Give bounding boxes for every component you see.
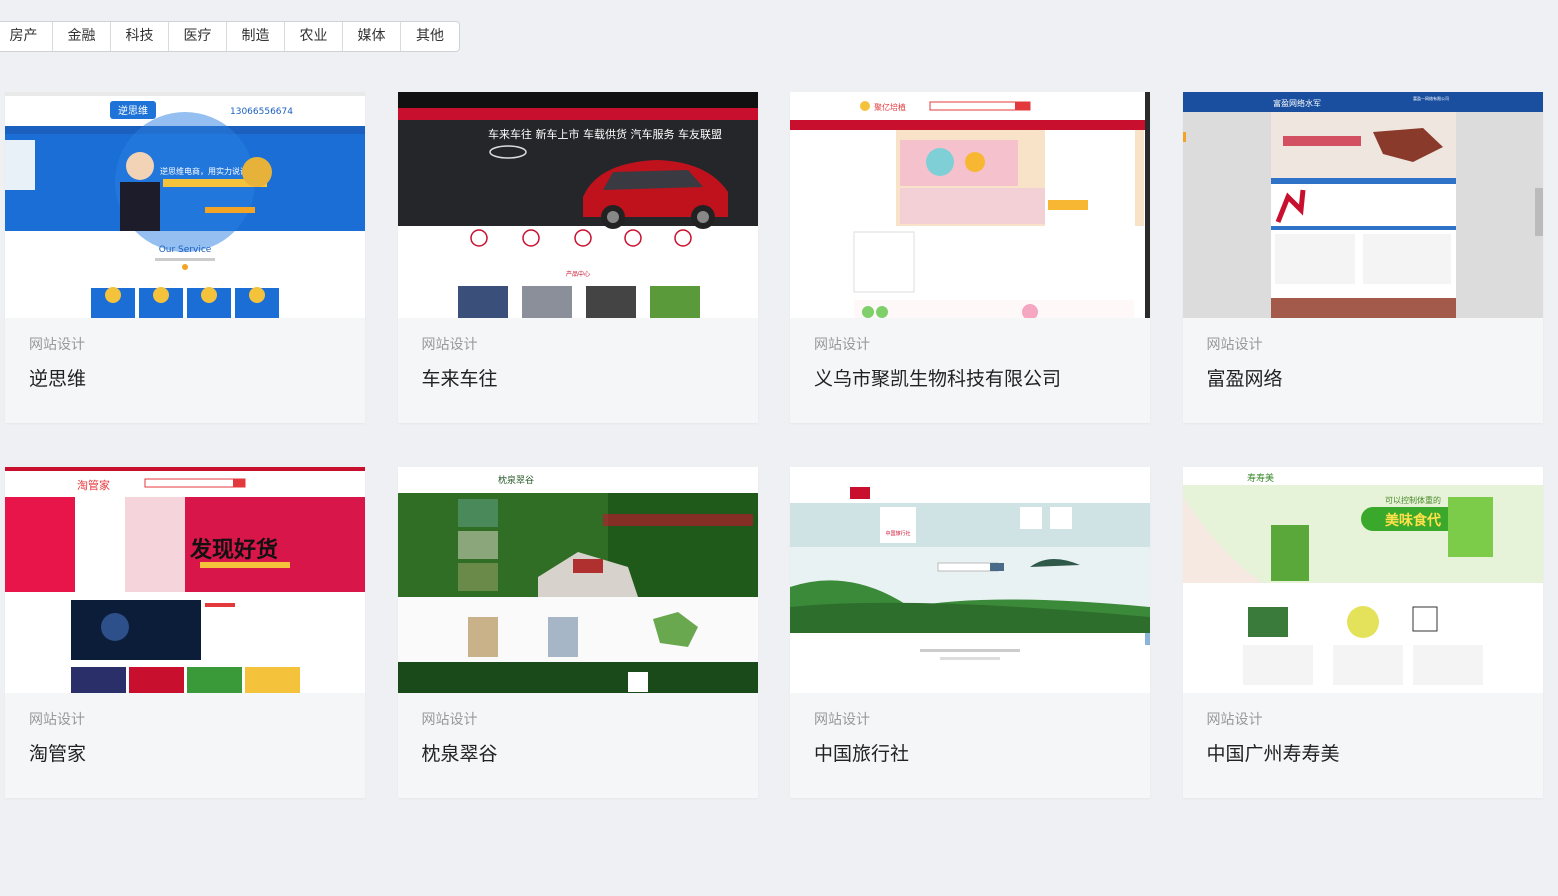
svg-text:车来车往 新车上市 车载供货 汽车服务 车友联盟: 车来车往 新车上市 车载供货 汽车服务 车友联盟 — [488, 127, 722, 141]
card-category: 网站设计 — [29, 337, 85, 353]
portfolio-card[interactable]: 寿寿美 可以控制体重的 美味食代 网站设计 中国广州寿寿美 — [1182, 467, 1543, 798]
svg-text:逆思维: 逆思维 — [118, 104, 148, 117]
card-title[interactable]: 车来车往 — [422, 367, 734, 391]
svg-text:中国旅行社: 中国旅行社 — [885, 530, 910, 537]
website-thumbnail[interactable]: 聚亿培植 — [790, 92, 1150, 318]
website-thumbnail[interactable]: 寿寿美 可以控制体重的 美味食代 — [1182, 467, 1543, 693]
card-category: 网站设计 — [29, 712, 85, 728]
portfolio-card[interactable]: 淘管家 发现好货 网站设计 淘管家 — [5, 467, 365, 798]
svg-text:枕泉翠谷: 枕泉翠谷 — [498, 474, 534, 486]
filter-other[interactable]: 其他 — [401, 22, 459, 51]
website-thumbnail[interactable]: 中国旅行社 — [790, 467, 1150, 693]
card-category: 网站设计 — [1206, 337, 1263, 353]
card-category: 网站设计 — [1206, 712, 1263, 728]
filter-media[interactable]: 媒体 — [343, 22, 401, 51]
category-filter-bar: 房产 金融 科技 医疗 制造 农业 媒体 其他 — [0, 21, 460, 52]
svg-text:淘管家: 淘管家 — [77, 478, 110, 492]
card-category: 网站设计 — [814, 712, 870, 728]
card-title[interactable]: 义乌市聚凯生物科技有限公司 — [814, 367, 1126, 391]
website-thumbnail[interactable]: 逆思维 13066556674 逆思维电商，用实力说话 Our Service — [5, 92, 365, 318]
website-thumbnail[interactable]: 枕泉翠谷 — [397, 467, 758, 693]
svg-text:富盈一网络有限公司: 富盈一网络有限公司 — [1413, 95, 1449, 101]
website-thumbnail[interactable]: 富盈网络水军 富盈一网络有限公司 — [1182, 92, 1543, 318]
svg-text:寿寿美: 寿寿美 — [1247, 472, 1274, 484]
website-thumbnail[interactable]: 车来车往 新车上市 车载供货 汽车服务 车友联盟 产品中心 — [397, 92, 758, 318]
portfolio-card[interactable]: 逆思维 13066556674 逆思维电商，用实力说话 Our Service — [5, 92, 365, 423]
portfolio-card[interactable]: 富盈网络水军 富盈一网络有限公司 网站设计 富盈网络 — [1182, 92, 1543, 423]
portfolio-card[interactable]: 聚亿培植 网站设计 义乌市聚凯生物科技有限公司 — [790, 92, 1150, 423]
svg-text:聚亿培植: 聚亿培植 — [874, 102, 906, 112]
filter-finance[interactable]: 金融 — [53, 22, 111, 51]
card-category: 网站设计 — [421, 337, 478, 353]
website-thumbnail[interactable]: 淘管家 发现好货 — [5, 467, 365, 693]
filter-manufacturing[interactable]: 制造 — [227, 22, 285, 51]
filter-medical[interactable]: 医疗 — [169, 22, 227, 51]
card-title[interactable]: 中国广州寿寿美 — [1207, 742, 1519, 766]
card-title[interactable]: 中国旅行社 — [814, 742, 1126, 766]
filter-realestate[interactable]: 房产 — [0, 22, 53, 51]
portfolio-grid: 逆思维 13066556674 逆思维电商，用实力说话 Our Service — [5, 92, 1543, 798]
portfolio-card[interactable]: 枕泉翠谷 网站设计 枕泉翠谷 — [397, 467, 758, 798]
card-title[interactable]: 枕泉翠谷 — [422, 742, 734, 766]
card-title[interactable]: 淘管家 — [29, 742, 341, 766]
svg-text:13066556674: 13066556674 — [230, 107, 293, 117]
svg-text:美味食代: 美味食代 — [1385, 512, 1441, 529]
card-title[interactable]: 逆思维 — [29, 367, 341, 391]
svg-text:发现好货: 发现好货 — [189, 537, 278, 563]
filter-tech[interactable]: 科技 — [111, 22, 169, 51]
portfolio-card[interactable]: 车来车往 新车上市 车载供货 汽车服务 车友联盟 产品中心 网站设计 车来车往 — [397, 92, 758, 423]
svg-text:Our Service: Our Service — [159, 245, 212, 255]
card-category: 网站设计 — [421, 712, 478, 728]
card-category: 网站设计 — [814, 337, 870, 353]
portfolio-card[interactable]: 中国旅行社 网站设计 中国旅行社 — [790, 467, 1150, 798]
filter-agriculture[interactable]: 农业 — [285, 22, 343, 51]
svg-text:逆思维电商，用实力说话: 逆思维电商，用实力说话 — [160, 166, 248, 176]
svg-text:可以控制体重的: 可以控制体重的 — [1385, 495, 1441, 505]
svg-text:富盈网络水军: 富盈网络水军 — [1273, 98, 1321, 108]
svg-text:产品中心: 产品中心 — [565, 270, 589, 278]
card-title[interactable]: 富盈网络 — [1207, 367, 1519, 391]
